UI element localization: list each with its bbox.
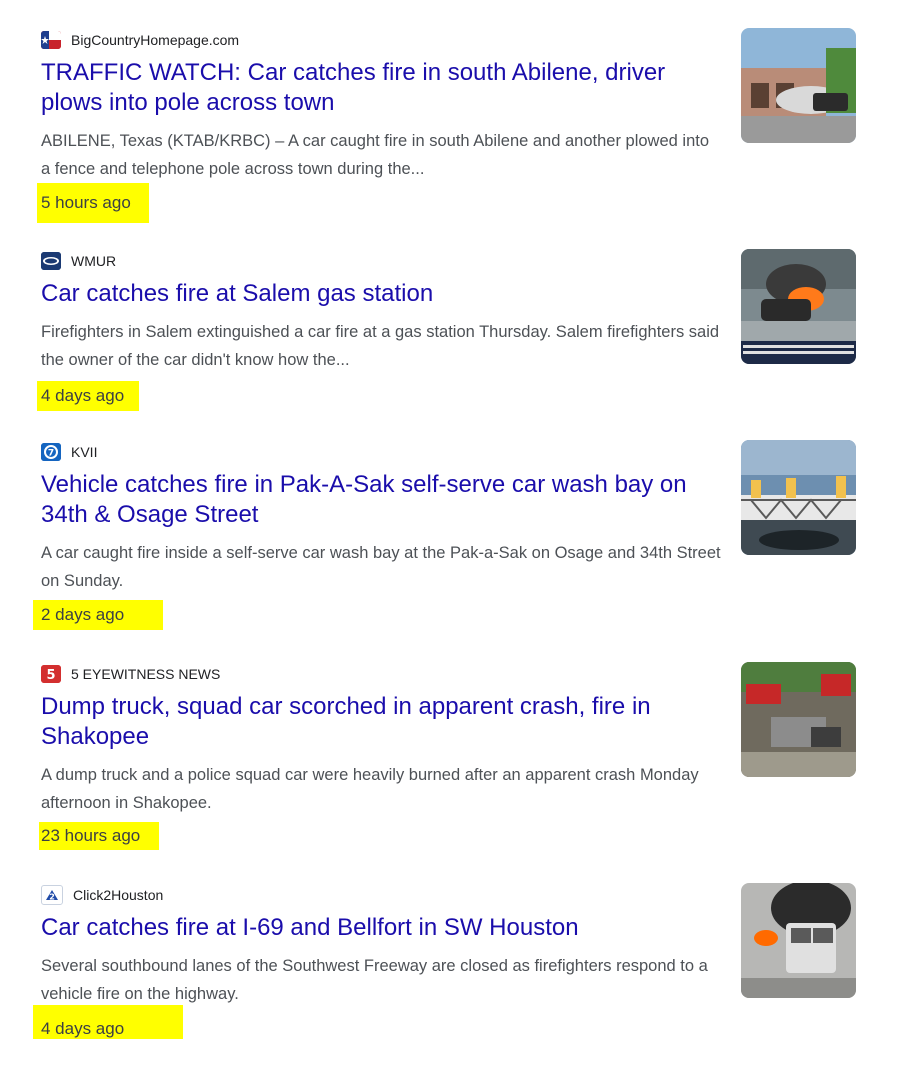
source-name: KVII: [71, 444, 98, 460]
svg-text:5: 5: [46, 668, 55, 683]
news-results-list: BigCountryHomepage.com TRAFFIC WATCH: Ca…: [0, 0, 919, 1073]
headline-link[interactable]: Car catches fire at I-69 and Bellfort in…: [41, 913, 721, 943]
ksp5-logo-icon: 5: [41, 665, 61, 683]
timestamp: 23 hours ago: [41, 826, 141, 845]
headline-link[interactable]: TRAFFIC WATCH: Car catches fire in south…: [41, 58, 721, 118]
timestamp: 2 days ago: [41, 605, 125, 624]
snippet: A dump truck and a police squad car were…: [41, 766, 699, 812]
headline-link[interactable]: Vehicle catches fire in Pak-A-Sak self-s…: [41, 470, 721, 530]
time-highlight: 5 hours ago: [37, 183, 149, 223]
texas-flag-icon: [41, 31, 61, 49]
news-result: 2 Click2Houston Car catches fire at I-69…: [33, 883, 856, 1083]
thumbnail-image[interactable]: [741, 440, 856, 555]
thumbnail-image[interactable]: [741, 28, 856, 143]
snippet: A car caught fire inside a self-serve ca…: [41, 544, 721, 590]
abc7-logo-icon: 7: [41, 443, 61, 461]
news-result: 7 KVII Vehicle catches fire in Pak-A-Sak…: [33, 440, 856, 640]
source-name: Click2Houston: [73, 887, 164, 903]
snippet: Several southbound lanes of the Southwes…: [41, 957, 708, 1003]
svg-text:7: 7: [48, 449, 54, 459]
source-row[interactable]: WMUR: [41, 251, 116, 271]
headline-link[interactable]: Dump truck, squad car scorched in appare…: [41, 692, 721, 752]
time-highlight: 23 hours ago: [39, 822, 159, 850]
timestamp: 4 days ago: [41, 386, 125, 405]
svg-text:2: 2: [49, 893, 55, 902]
source-name: BigCountryHomepage.com: [71, 32, 240, 48]
snippet: Firefighters in Salem extinguished a car…: [41, 323, 720, 369]
timestamp: 5 hours ago: [41, 193, 131, 212]
source-name: 5 EYEWITNESS NEWS: [71, 666, 221, 682]
wmur-logo-icon: [41, 252, 61, 270]
time-highlight: 4 days ago: [37, 381, 139, 411]
source-row[interactable]: BigCountryHomepage.com: [41, 30, 239, 50]
thumbnail-image[interactable]: [741, 249, 856, 364]
news-result: 5 5 EYEWITNESS NEWS Dump truck, squad ca…: [39, 662, 856, 862]
source-row[interactable]: 7 KVII: [41, 442, 97, 462]
time-highlight: 4 days ago: [33, 1005, 183, 1039]
kprc2-logo-icon: 2: [41, 885, 63, 905]
source-name: WMUR: [71, 253, 117, 269]
news-result: BigCountryHomepage.com TRAFFIC WATCH: Ca…: [37, 28, 856, 228]
thumbnail-image[interactable]: [741, 883, 856, 998]
headline-link[interactable]: Car catches fire at Salem gas station: [41, 279, 721, 309]
time-highlight: 2 days ago: [33, 600, 163, 630]
thumbnail-image[interactable]: [741, 662, 856, 777]
source-row[interactable]: 5 5 EYEWITNESS NEWS: [41, 664, 220, 684]
source-row[interactable]: 2 Click2Houston: [41, 885, 163, 905]
snippet: ABILENE, Texas (KTAB/KRBC) – A car caugh…: [41, 132, 710, 178]
news-result: WMUR Car catches fire at Salem gas stati…: [37, 249, 856, 449]
timestamp: 4 days ago: [41, 1019, 125, 1038]
